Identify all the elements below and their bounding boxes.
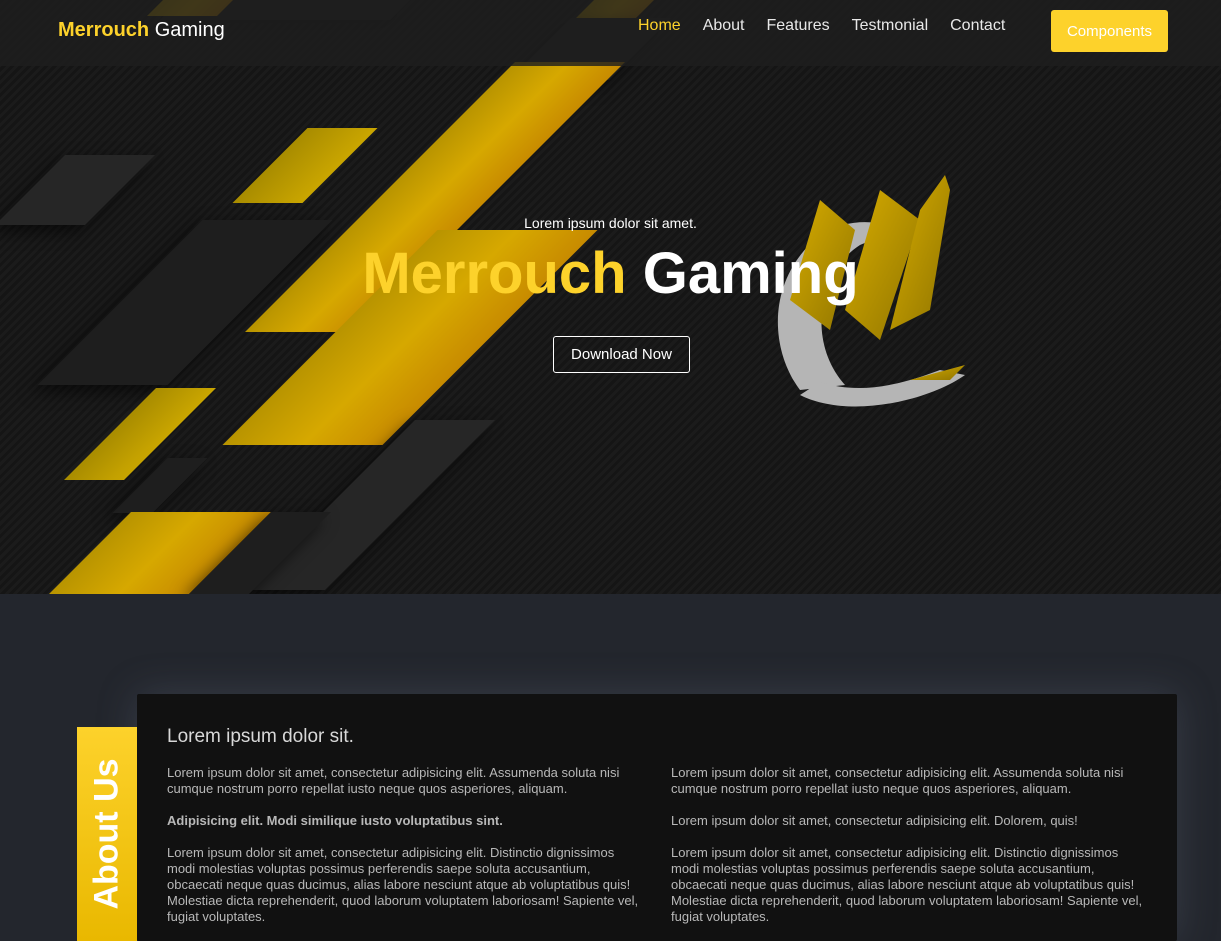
hero-title-accent: Merrouch: [362, 241, 627, 306]
about-column-left: Lorem ipsum dolor sit amet, consectetur …: [167, 765, 645, 941]
nav-item-home[interactable]: Home: [638, 17, 681, 35]
about-column-right: Lorem ipsum dolor sit amet, consectetur …: [671, 765, 1149, 941]
brand-rest: Gaming: [154, 19, 225, 41]
hero-title-rest: Gaming: [642, 241, 859, 306]
hero-subtitle: Lorem ipsum dolor sit amet.: [524, 215, 697, 231]
about-paragraph: Lorem ipsum dolor sit amet, consectetur …: [671, 765, 1124, 796]
decor-shape: [232, 128, 378, 203]
navbar: Merrouch Gaming Home About Features Test…: [0, 0, 1221, 66]
download-now-button[interactable]: Download Now: [553, 336, 690, 373]
about-paragraph: Lorem ipsum dolor sit amet, consectetur …: [167, 845, 639, 924]
nav-item-about[interactable]: About: [703, 17, 745, 35]
decor-shape: [245, 420, 495, 590]
hero-title: Merrouch Gaming: [0, 240, 1221, 307]
brand-logo[interactable]: Merrouch Gaming: [58, 19, 225, 42]
about-us-label: About Us: [87, 758, 126, 910]
main-nav: Home About Features Testmonial Contact: [638, 17, 1005, 35]
nav-item-testmonial[interactable]: Testmonial: [852, 17, 928, 35]
about-heading: Lorem ipsum dolor sit.: [167, 726, 354, 747]
about-paragraph-bold: Adipisicing elit. Modi similique iusto v…: [167, 813, 503, 828]
about-us-tab: About Us: [77, 727, 137, 941]
about-card: Lorem ipsum dolor sit. Lorem ipsum dolor…: [137, 694, 1177, 941]
brand-accent: Merrouch: [58, 19, 150, 41]
about-paragraph: Lorem ipsum dolor sit amet, consectetur …: [671, 813, 1078, 828]
about-paragraph: Lorem ipsum dolor sit amet, consectetur …: [671, 845, 1143, 924]
components-button[interactable]: Components: [1051, 10, 1168, 52]
nav-item-contact[interactable]: Contact: [950, 17, 1005, 35]
about-paragraph: Lorem ipsum dolor sit amet, consectetur …: [167, 765, 620, 796]
nav-item-features[interactable]: Features: [767, 17, 830, 35]
hero-section: Lorem ipsum dolor sit amet. Merrouch Gam…: [0, 0, 1221, 594]
